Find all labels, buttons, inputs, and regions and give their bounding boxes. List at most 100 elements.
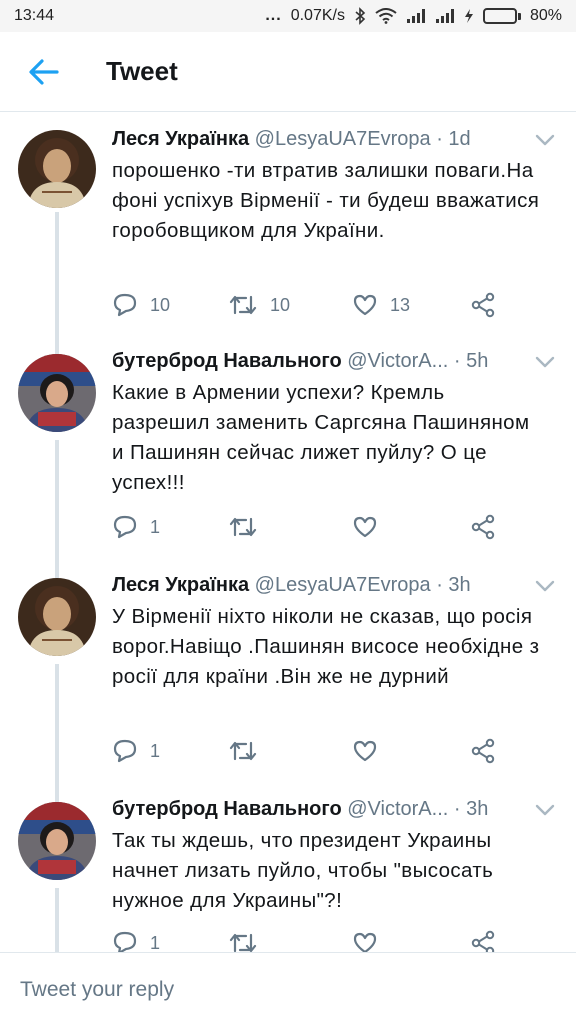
separator: ·	[453, 350, 461, 372]
timestamp[interactable]: 1d	[448, 128, 470, 150]
like-button[interactable]	[352, 928, 390, 952]
display-name[interactable]: бутерброд Навального	[112, 798, 342, 820]
avatar[interactable]	[18, 354, 96, 432]
chevron-down-icon[interactable]	[534, 802, 556, 818]
reply-count: 1	[150, 516, 161, 537]
tweet-text: Так ты ждешь, что президент Украины начн…	[112, 829, 494, 912]
status-dots: ...	[265, 7, 282, 24]
thread-line	[55, 440, 59, 566]
heart-icon	[353, 932, 377, 952]
tweet-header: Леся Українка @LesyaUA7Evropa · 3h	[112, 572, 537, 598]
retweet-icon	[229, 933, 257, 952]
heart-icon	[353, 516, 377, 538]
status-icons: ... 0.07K/s 80%	[265, 7, 562, 25]
timestamp[interactable]: 3h	[448, 574, 470, 596]
status-time: 13:44	[14, 7, 55, 24]
avatar-photo-woman	[18, 354, 96, 432]
user-handle[interactable]: @LesyaUA7Evropa	[255, 574, 431, 596]
separator: ·	[436, 574, 443, 596]
retweet-icon	[229, 295, 257, 315]
retweet-button[interactable]: 10	[228, 290, 290, 320]
app-bar: Tweet	[0, 32, 576, 112]
tweet[interactable]: бутерброд Навального @VictorA... · 5h Ка…	[0, 342, 576, 566]
chevron-down-icon[interactable]	[534, 578, 556, 594]
reply-icon	[113, 931, 137, 952]
charging-icon	[464, 9, 473, 23]
reply-icon	[113, 739, 137, 763]
like-button[interactable]	[352, 512, 390, 542]
display-name[interactable]: бутерброд Навального	[112, 350, 342, 372]
status-bar: 13:44 ... 0.07K/s 80%	[0, 0, 576, 32]
thread-line	[55, 342, 59, 354]
tweet-text: порошенко -ти втратив залишки поваги.На …	[112, 159, 540, 242]
tweet-header: бутерброд Навального @VictorA... · 3h	[112, 796, 537, 822]
tweet-actions: 1	[112, 928, 512, 952]
share-icon	[471, 514, 495, 540]
tweet[interactable]: Леся Українка @LesyaUA7Evropa · 1d порош…	[0, 112, 576, 342]
avatar-portrait-lesya	[18, 578, 96, 656]
reply-count: 10	[150, 294, 171, 315]
share-button[interactable]	[470, 928, 496, 952]
separator: ·	[436, 128, 443, 150]
tweet-thread[interactable]: Леся Українка @LesyaUA7Evropa · 1d порош…	[0, 112, 576, 952]
thread-line	[55, 664, 59, 790]
avatar[interactable]	[18, 130, 96, 208]
network-speed: 0.07K/s	[290, 7, 345, 24]
thread-line	[55, 888, 59, 952]
reply-button[interactable]: 1	[112, 928, 160, 952]
user-handle[interactable]: @LesyaUA7Evropa	[255, 128, 431, 150]
like-count: 13	[390, 294, 411, 315]
wifi-icon	[375, 8, 397, 24]
chevron-down-icon[interactable]	[534, 354, 556, 370]
reply-button[interactable]: 1	[112, 512, 160, 542]
like-button[interactable]	[352, 736, 390, 766]
display-name[interactable]: Леся Українка	[112, 128, 249, 150]
display-name[interactable]: Леся Українка	[112, 574, 249, 596]
reply-bar	[0, 952, 576, 1024]
heart-icon	[353, 740, 377, 762]
tweet-text: Какие в Армении успехи? Кремль разрешил …	[112, 381, 530, 494]
chevron-down-icon[interactable]	[534, 132, 556, 148]
avatar[interactable]	[18, 578, 96, 656]
page-title: Tweet	[106, 56, 178, 86]
retweet-icon	[229, 517, 257, 537]
battery-percent: 80%	[529, 7, 562, 24]
share-icon	[471, 930, 495, 952]
arrow-left-icon	[29, 58, 59, 85]
retweet-button[interactable]	[228, 512, 270, 542]
tweet-header: Леся Українка @LesyaUA7Evropa · 1d	[112, 126, 537, 152]
share-button[interactable]	[470, 512, 496, 542]
retweet-button[interactable]	[228, 928, 270, 952]
tweet-text: У Вірменії ніхто ніколи не сказав, що ро…	[112, 605, 540, 688]
user-handle[interactable]: @VictorA...	[347, 798, 448, 820]
like-button[interactable]: 13	[352, 290, 410, 320]
avatar[interactable]	[18, 802, 96, 880]
tweet-actions: 1	[112, 736, 512, 766]
tweet-actions: 10 10 13	[112, 290, 512, 320]
signal-icon	[435, 9, 454, 23]
user-handle[interactable]: @VictorA...	[347, 350, 448, 372]
tweet-header: бутерброд Навального @VictorA... · 5h	[112, 348, 537, 374]
share-button[interactable]	[470, 290, 496, 320]
tweet[interactable]: Леся Українка @LesyaUA7Evropa · 3h У Вір…	[0, 566, 576, 790]
heart-icon	[353, 294, 377, 316]
share-button[interactable]	[470, 736, 496, 766]
retweet-button[interactable]	[228, 736, 270, 766]
avatar-portrait-lesya	[18, 130, 96, 208]
timestamp[interactable]: 5h	[466, 350, 488, 372]
retweet-count: 10	[270, 294, 291, 315]
share-icon	[471, 292, 495, 318]
reply-icon	[113, 515, 137, 539]
battery-icon	[482, 8, 521, 24]
bluetooth-icon	[355, 7, 366, 25]
separator: ·	[453, 798, 461, 820]
reply-button[interactable]: 10	[112, 290, 170, 320]
timestamp[interactable]: 3h	[466, 798, 488, 820]
reply-input[interactable]	[18, 971, 542, 1009]
tweet-actions: 1	[112, 512, 512, 542]
reply-button[interactable]: 1	[112, 736, 160, 766]
signal-icon	[406, 9, 425, 23]
back-button[interactable]	[24, 52, 64, 92]
tweet[interactable]: бутерброд Навального @VictorA... · 3h Та…	[0, 790, 576, 952]
avatar-photo-woman	[18, 802, 96, 880]
